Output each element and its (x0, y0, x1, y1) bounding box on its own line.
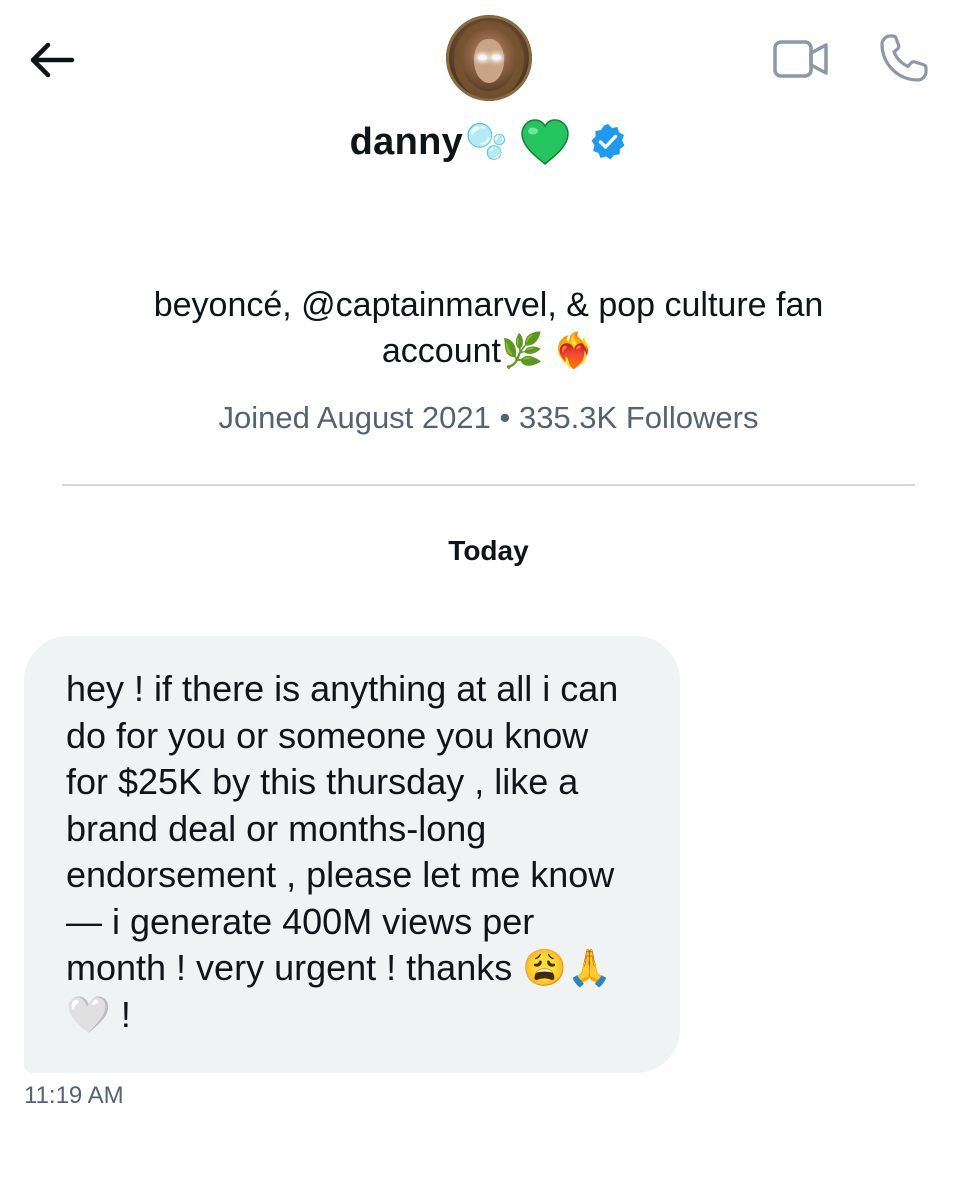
arrow-left-icon (30, 42, 75, 78)
profile-avatar[interactable] (446, 15, 532, 101)
message-bubble[interactable]: hey ! if there is anything at all i can … (24, 636, 680, 1073)
bubbles-emoji: 🫧 (465, 123, 508, 161)
day-separator: Today (448, 535, 529, 566)
header-divider (62, 484, 915, 486)
message-text: hey ! if there is anything at all i can … (66, 668, 629, 1035)
voice-call-button[interactable] (872, 28, 934, 90)
avatar-eye-left (478, 55, 487, 60)
video-call-button[interactable] (768, 30, 834, 88)
verified-badge-icon (591, 124, 625, 160)
profile-name-row[interactable]: danny 🫧 (0, 112, 977, 172)
display-name: danny (349, 120, 464, 163)
avatar-face (474, 39, 504, 83)
message-timestamp: 11:19 AM (24, 1082, 124, 1109)
green-heart-icon (521, 119, 570, 166)
profile-bio: beyoncé, @captainmarvel, & pop culture f… (153, 286, 824, 370)
profile-meta: Joined August 2021 • 335.3K Followers (218, 400, 759, 435)
phone-icon (880, 34, 928, 82)
conversation-header (0, 0, 977, 110)
video-camera-icon (773, 40, 828, 78)
avatar-eye-right (492, 55, 501, 60)
back-button[interactable] (22, 32, 82, 88)
